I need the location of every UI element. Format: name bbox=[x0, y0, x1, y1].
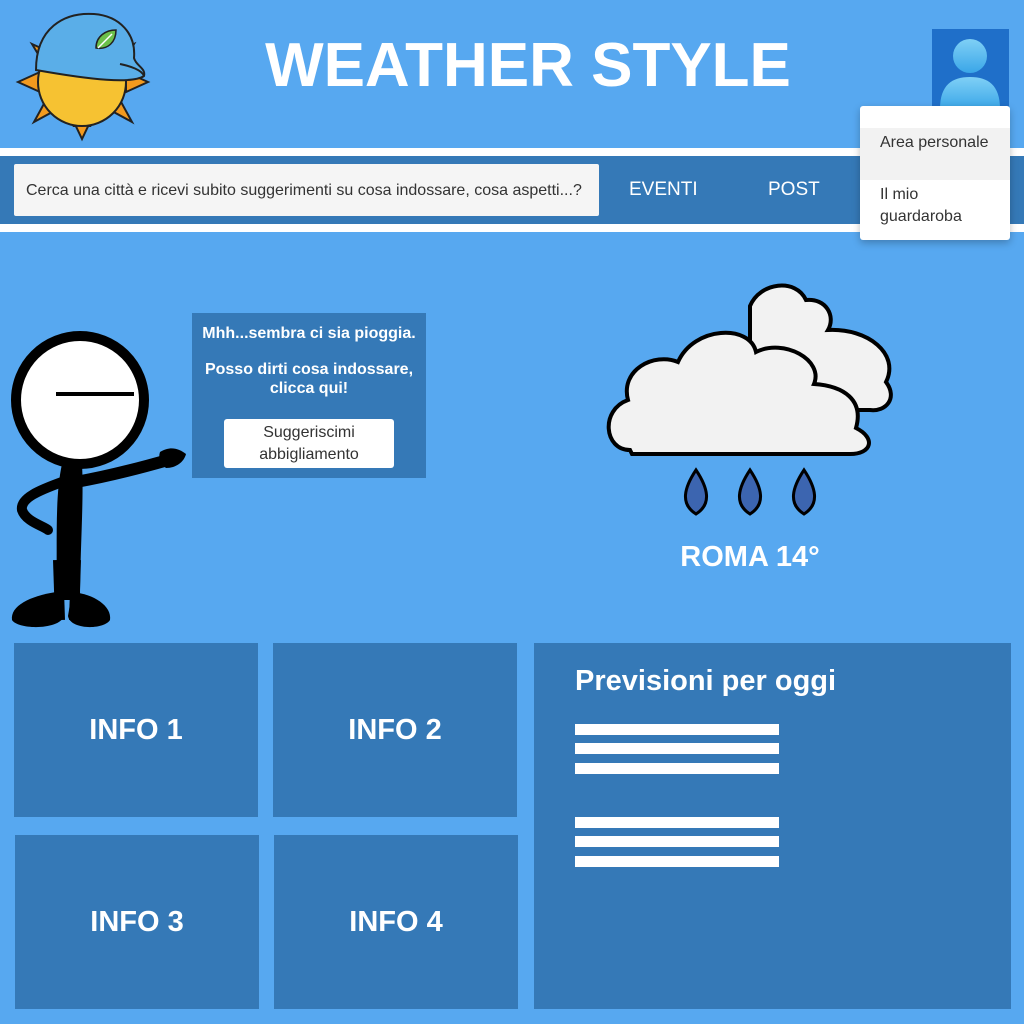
user-avatar-icon bbox=[940, 39, 1000, 109]
user-dropdown-menu: Area personale Il mio guardaroba bbox=[860, 106, 1010, 240]
nav-link-eventi[interactable]: EVENTI bbox=[629, 156, 698, 224]
info-tile-4[interactable]: INFO 4 bbox=[274, 835, 518, 1009]
forecast-text-placeholder-line bbox=[575, 817, 779, 828]
rain-cloud-icon bbox=[606, 283, 893, 516]
stick-figure-illustration bbox=[11, 331, 186, 628]
nav-link-post[interactable]: POST bbox=[768, 156, 820, 224]
forecast-text-placeholder-line bbox=[575, 763, 779, 774]
info-tile-1[interactable]: INFO 1 bbox=[14, 643, 258, 817]
page-title: WEATHER STYLE bbox=[265, 31, 791, 100]
search-box bbox=[14, 164, 599, 218]
forecast-panel: Previsioni per oggi bbox=[534, 643, 1011, 1009]
suggestion-prompt: Posso dirti cosa indossare, clicca qui! bbox=[204, 361, 414, 397]
user-account-button[interactable] bbox=[932, 29, 1009, 109]
info-tile-3[interactable]: INFO 3 bbox=[15, 835, 259, 1009]
forecast-text-placeholder-line bbox=[575, 836, 779, 847]
suggestion-box: Mhh...sembra ci sia pioggia. Posso dirti… bbox=[192, 313, 426, 478]
suggestion-text: Mhh...sembra ci sia pioggia. bbox=[202, 325, 416, 342]
search-input[interactable] bbox=[24, 164, 593, 218]
forecast-text-placeholder-line bbox=[575, 743, 779, 754]
info-tile-2[interactable]: INFO 2 bbox=[273, 643, 517, 817]
menu-item-area-personale[interactable]: Area personale bbox=[860, 128, 1010, 180]
forecast-text-placeholder-line bbox=[575, 724, 779, 735]
menu-item-guardaroba[interactable]: Il mio guardaroba bbox=[860, 182, 1010, 234]
city-temperature: ROMA 14° bbox=[680, 541, 820, 573]
forecast-title: Previsioni per oggi bbox=[575, 665, 837, 697]
forecast-text-placeholder-line bbox=[575, 856, 779, 867]
suggest-clothing-button[interactable]: Suggeriscimi abbigliamento bbox=[224, 419, 394, 468]
